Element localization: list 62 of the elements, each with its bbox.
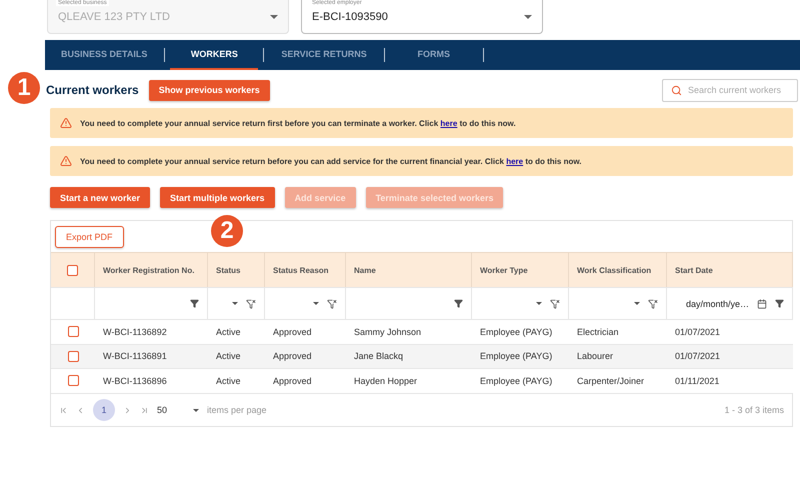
column-header[interactable]: Worker Type xyxy=(472,252,569,287)
filter-clear-icon[interactable] xyxy=(550,298,560,308)
column-header[interactable]: Name xyxy=(346,252,472,287)
here-link[interactable]: here xyxy=(440,118,458,128)
table-cell: Jane Blackq xyxy=(346,344,472,368)
table-cell: Employee (PAYG) xyxy=(472,344,569,368)
table-cell: 01/11/2021 xyxy=(667,368,793,392)
select-all-checkbox[interactable] xyxy=(67,264,78,276)
nav-tab[interactable]: WORKERS xyxy=(170,40,258,70)
table-cell: Labourer xyxy=(569,344,667,368)
caret-icon xyxy=(524,14,532,18)
calendar-icon[interactable] xyxy=(757,298,767,308)
filter-icon[interactable] xyxy=(190,299,199,308)
warning-icon xyxy=(60,117,72,129)
filter-icon[interactable] xyxy=(775,299,784,308)
dropdown-caret-icon[interactable] xyxy=(536,302,542,305)
search-icon xyxy=(671,84,682,96)
column-header[interactable]: Start Date xyxy=(667,252,793,287)
nav-tab[interactable]: BUSINESS DETAILS xyxy=(49,40,160,70)
row-checkbox[interactable] xyxy=(68,375,78,386)
row-checkbox[interactable] xyxy=(68,350,78,362)
warning-icon xyxy=(60,155,72,167)
here-link[interactable]: here xyxy=(506,156,524,166)
step-badge: 2 xyxy=(211,215,243,247)
date-filter-field[interactable]: day/month/ye… xyxy=(686,298,749,308)
filter-clear-icon[interactable] xyxy=(246,298,256,308)
previous-page-icon[interactable] xyxy=(76,406,85,414)
action-button[interactable]: Start multiple workers xyxy=(160,187,275,208)
nav-tab[interactable]: SERVICE RETURNS xyxy=(269,40,379,70)
caret-icon xyxy=(270,14,278,18)
column-header[interactable]: Work Classification xyxy=(569,252,667,287)
page-size-select[interactable]: 50 xyxy=(157,405,185,415)
table-cell: W-BCI-1136891 xyxy=(95,344,208,368)
row-checkbox[interactable] xyxy=(68,326,78,338)
step-badge: 1 xyxy=(8,72,40,104)
last-page-icon[interactable] xyxy=(140,406,149,414)
table-cell: Active xyxy=(208,344,265,368)
table-cell: Approved xyxy=(265,344,346,368)
first-page-icon[interactable] xyxy=(59,406,68,414)
export-pdf-button[interactable]: Export PDF xyxy=(55,226,124,248)
nav-tab[interactable]: FORMS xyxy=(390,40,478,70)
column-header[interactable]: Status Reason xyxy=(265,252,346,287)
page-button[interactable]: 1 xyxy=(93,399,115,421)
next-page-icon[interactable] xyxy=(123,406,132,414)
column-header[interactable]: Status xyxy=(208,252,265,287)
dropdown-caret-icon[interactable] xyxy=(193,408,199,412)
dropdown-caret-icon[interactable] xyxy=(634,302,640,305)
table-cell: 01/07/2021 xyxy=(667,319,793,344)
items-per-page-label: items per page xyxy=(207,405,267,415)
filter-clear-icon[interactable] xyxy=(327,298,337,308)
table-cell: 01/07/2021 xyxy=(667,344,793,368)
dropdown-caret-icon[interactable] xyxy=(313,302,319,305)
pager-summary: 1 - 3 of 3 items xyxy=(724,405,784,415)
filter-clear-icon[interactable] xyxy=(648,298,658,308)
column-header[interactable]: Worker Registration No. xyxy=(95,252,208,287)
show-previous-button[interactable]: Show previous workers xyxy=(148,80,270,100)
filter-icon[interactable] xyxy=(454,299,463,308)
section-title: Current workers xyxy=(46,83,139,97)
warning-message: You need to complete your annual service return first before you can terminate a worker. Click here to do this now. xyxy=(80,118,516,128)
action-button[interactable]: Start a new worker xyxy=(50,187,150,208)
warning-message: You need to complete your annual service return before you can add service for the current financial year. Click here to do this now. xyxy=(80,156,582,166)
dropdown-caret-icon[interactable] xyxy=(232,302,238,305)
